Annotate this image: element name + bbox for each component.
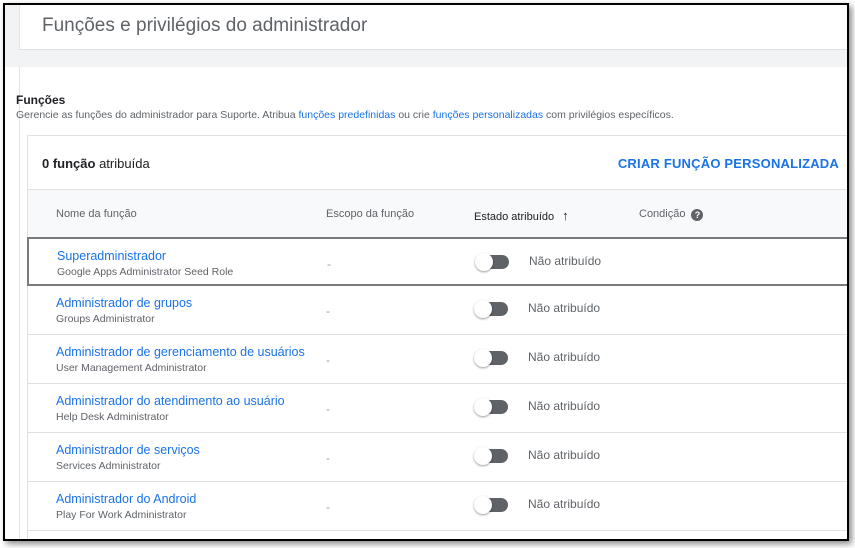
table-row[interactable]: Administrador de grupos Groups Administr… [28,286,847,335]
role-scope: - [326,500,330,514]
title-card: Funções e privilégios do administrador [19,5,847,50]
assigned-count-number: 0 função [42,156,96,171]
table-rows: Superadministrador Google Apps Administr… [27,237,847,531]
role-name-link[interactable]: Administrador de gerenciamento de usuári… [56,345,305,359]
sort-arrow-up-icon[interactable]: ↑ [562,208,569,223]
role-subtitle: Google Apps Administrator Seed Role [57,266,234,278]
column-header-condition-label: Condição [639,208,686,220]
help-icon[interactable]: ? [691,209,704,221]
role-subtitle: Services Administrator [56,460,161,472]
desc-mid: ou crie [395,109,433,121]
create-custom-role-button[interactable]: CRIAR FUNÇÃO PERSONALIZADA [618,156,839,171]
column-header-condition: Condição? [639,208,704,221]
role-scope: - [327,257,331,271]
roles-table: 0 função atribuída CRIAR FUNÇÃO PERSONAL… [27,135,847,539]
column-header-name[interactable]: Nome da função [56,208,137,220]
role-name-link[interactable]: Administrador do Android [56,492,196,506]
assigned-count-suffix: atribuída [95,156,150,171]
role-name-link[interactable]: Administrador do atendimento ao usuário [56,394,285,408]
assigned-state: Não atribuído [529,254,602,268]
assigned-state: Não atribuído [528,399,601,413]
custom-roles-link[interactable]: funções personalizadas [433,109,543,121]
table-row[interactable]: Administrador do Android Play For Work A… [28,482,847,531]
section-description: Gerencie as funções do administrador par… [16,109,674,121]
role-subtitle: Groups Administrator [56,313,155,325]
role-scope: - [326,451,330,465]
assign-toggle[interactable] [474,398,508,416]
role-name-link[interactable]: Superadministrador [57,249,166,263]
assign-toggle[interactable] [474,349,508,367]
table-header: 0 função atribuída CRIAR FUNÇÃO PERSONAL… [28,136,847,189]
assigned-state: Não atribuído [528,301,601,315]
assign-toggle[interactable] [474,447,508,465]
assign-toggle[interactable] [475,253,509,271]
role-scope: - [326,353,330,367]
assign-toggle[interactable] [474,496,508,514]
assigned-state: Não atribuído [528,497,601,511]
column-header-state[interactable]: Estado atribuído ↑ [474,208,569,223]
role-subtitle: Play For Work Administrator [56,509,187,521]
role-subtitle: Help Desk Administrator [56,411,169,423]
assign-toggle[interactable] [474,300,508,318]
assigned-count: 0 função atribuída [42,156,150,171]
assigned-state: Não atribuído [528,350,601,364]
role-scope: - [326,304,330,318]
column-header-state-label: Estado atribuído [474,211,555,223]
role-name-link[interactable]: Administrador de serviços [56,443,200,457]
page-title: Funções e privilégios do administrador [42,15,368,36]
desc-suffix: com privilégios específicos. [543,109,674,121]
section-title: Funções [16,93,66,107]
table-row[interactable]: Administrador de gerenciamento de usuári… [28,335,847,384]
predefined-roles-link[interactable]: funções predefinidas [299,109,396,121]
role-name-link[interactable]: Administrador de grupos [56,296,192,310]
role-subtitle: User Management Administrator [56,362,207,374]
table-row[interactable]: Administrador de serviços Services Admin… [28,433,847,482]
column-header-scope[interactable]: Escopo da função [326,208,414,220]
column-header-row: Nome da função Escopo da função Estado a… [28,189,847,239]
window-frame: Funções e privilégios do administrador F… [3,3,849,541]
table-row[interactable]: Superadministrador Google Apps Administr… [27,237,847,286]
desc-prefix: Gerencie as funções do administrador par… [16,109,299,121]
assigned-state: Não atribuído [528,448,601,462]
table-row[interactable]: Administrador do atendimento ao usuário … [28,384,847,433]
role-scope: - [326,402,330,416]
